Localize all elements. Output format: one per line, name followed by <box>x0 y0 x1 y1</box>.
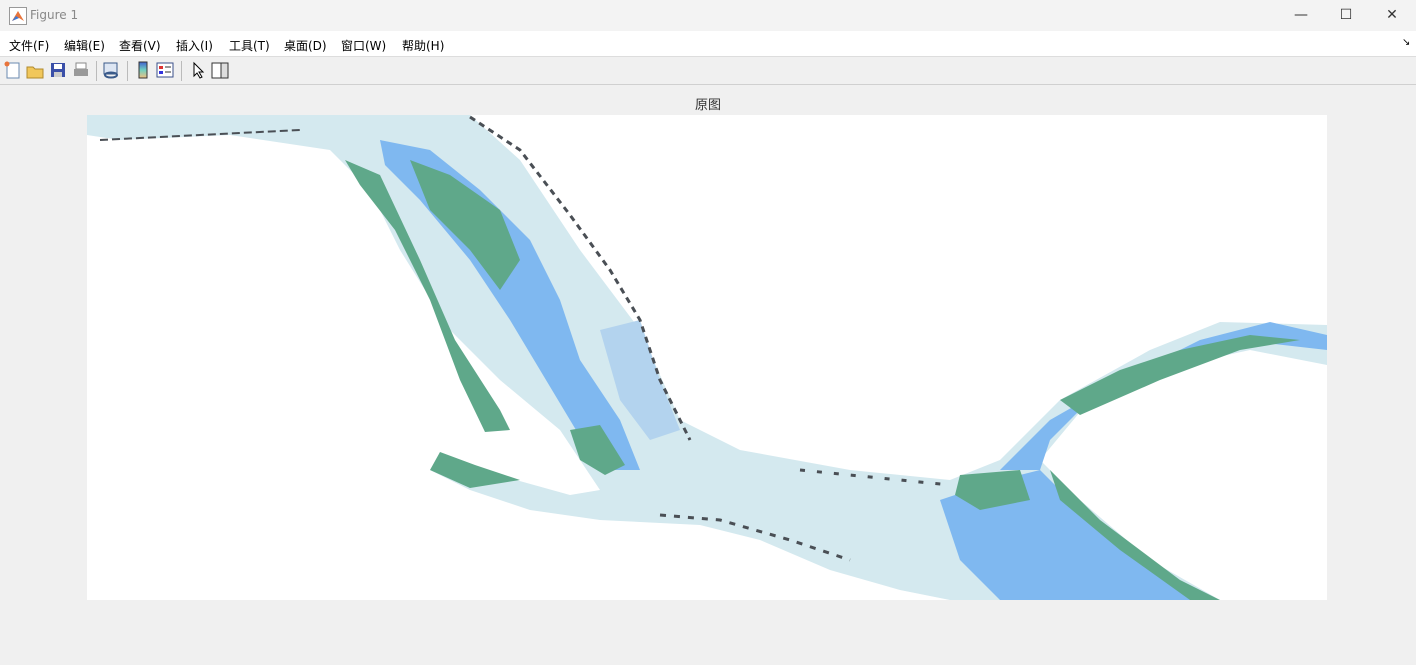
window-title: Figure 1 <box>30 8 79 22</box>
toolbar-separator <box>96 61 97 81</box>
menu-desktop[interactable]: 桌面(D) <box>284 37 327 54</box>
close-button[interactable]: ✕ <box>1369 0 1415 31</box>
menu-file[interactable]: 文件(F) <box>9 37 49 54</box>
toolbar <box>0 57 1416 85</box>
menu-bar: 文件(F) 编辑(E) 查看(V) 插入(I) 工具(T) 桌面(D) 窗口(W… <box>0 31 1416 57</box>
water-light-region <box>87 115 1327 600</box>
colorbar-icon[interactable] <box>134 61 152 79</box>
menu-edit[interactable]: 编辑(E) <box>64 37 105 54</box>
menu-tools[interactable]: 工具(T) <box>229 37 270 54</box>
print-icon[interactable] <box>72 61 90 79</box>
title-bar: Figure 1 — ☐ ✕ <box>0 0 1416 32</box>
undock-arrow-icon[interactable]: ↘ <box>1402 37 1410 48</box>
river-map-image <box>87 115 1327 600</box>
menu-window[interactable]: 窗口(W) <box>341 37 386 54</box>
new-figure-icon[interactable] <box>3 61 21 79</box>
matlab-logo-icon <box>9 7 27 25</box>
image-axes[interactable] <box>87 115 1327 600</box>
save-icon[interactable] <box>49 61 67 79</box>
toolbar-separator <box>181 61 182 81</box>
menu-insert[interactable]: 插入(I) <box>176 37 213 54</box>
menu-help[interactable]: 帮助(H) <box>402 37 444 54</box>
property-inspector-icon[interactable] <box>211 61 229 79</box>
toolbar-separator <box>127 61 128 81</box>
link-plot-icon[interactable] <box>102 61 120 79</box>
pointer-icon[interactable] <box>189 61 207 79</box>
minimize-button[interactable]: — <box>1278 0 1324 31</box>
menu-view[interactable]: 查看(V) <box>119 37 161 54</box>
open-file-icon[interactable] <box>26 61 44 79</box>
maximize-button[interactable]: ☐ <box>1323 0 1369 31</box>
axes-title: 原图 <box>694 98 721 113</box>
legend-icon[interactable] <box>156 61 174 79</box>
